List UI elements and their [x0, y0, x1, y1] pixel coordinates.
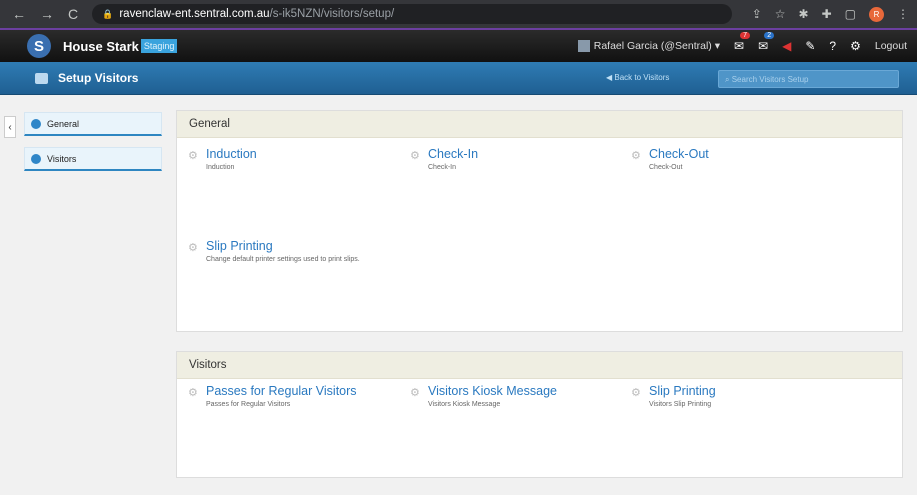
browser-toolbar: ← → C 🔒 ravenclaw-ent.sentral.com.au/s-i… [0, 0, 917, 28]
user-label: Rafael Garcia (@Sentral) [593, 39, 712, 52]
tile-title[interactable]: Induction [206, 147, 257, 161]
page-title: Setup Visitors [58, 71, 139, 85]
section-heading: Visitors [177, 352, 902, 379]
school-name[interactable]: House Stark [63, 39, 139, 54]
gear-icon[interactable]: ⚙ [850, 39, 861, 53]
gear-icon: ⚙ [631, 387, 641, 399]
gear-icon: ⚙ [188, 242, 198, 254]
tile-description: Check-Out [649, 164, 683, 171]
tile-title[interactable]: Check-Out [649, 147, 709, 161]
bookmark-star-icon[interactable]: ☆ [775, 7, 786, 21]
browser-nav: ← → C [0, 6, 78, 22]
visitors-section-panel: Visitors ⚙ Passes for Regular Visitors P… [176, 351, 903, 478]
back-to-visitors-link[interactable]: ◀ Back to Visitors [606, 73, 669, 82]
notifications-icon[interactable]: ✉ 2 [758, 32, 775, 53]
profile-avatar[interactable]: R [869, 6, 884, 22]
tile-description: Visitors Slip Printing [649, 401, 712, 408]
gear-icon: ⚙ [410, 150, 420, 162]
visitor-card-icon [35, 72, 48, 84]
tile-title[interactable]: Passes for Regular Visitors [206, 384, 357, 398]
sidepanel-icon[interactable]: ▢ [845, 7, 856, 21]
tile-description: Change default printer settings used to … [206, 256, 360, 263]
messages-icon[interactable]: ✉ 7 [734, 32, 751, 53]
url-host: ravenclaw-ent.sentral.com.au [119, 8, 270, 20]
gear-icon: ⚙ [631, 150, 641, 162]
section-icon [31, 153, 41, 164]
section-heading: General [177, 111, 902, 138]
lock-icon: 🔒 [102, 8, 114, 19]
reload-icon[interactable]: C [68, 6, 78, 22]
search-placeholder: Search Visitors Setup [731, 75, 809, 84]
tile-description: Passes for Regular Visitors [206, 401, 291, 408]
puzzle-extensions-icon[interactable]: ✚ [822, 7, 832, 21]
messages-count-badge: 7 [740, 32, 751, 39]
gear-icon: ⚙ [410, 387, 420, 399]
pencil-icon[interactable]: ✎ [805, 39, 815, 53]
share-icon[interactable]: ⇪ [752, 7, 762, 21]
sidebar-item-visitors[interactable]: Visitors [24, 147, 162, 171]
section-icon [31, 118, 41, 129]
page-title-bar: Setup Visitors ◀ Back to Visitors ⌕ Sear… [0, 62, 917, 95]
alert-speaker-icon[interactable]: ◀ [782, 39, 791, 53]
tile-title[interactable]: Slip Printing [649, 384, 716, 398]
url-path: /s-ik5NZN/visitors/setup/ [269, 8, 395, 20]
forward-arrow-icon[interactable]: → [40, 6, 54, 22]
tile-title[interactable]: Visitors Kiosk Message [428, 384, 557, 398]
gear-icon: ⚙ [188, 150, 198, 162]
tile-description: Visitors Kiosk Message [428, 401, 501, 408]
sentral-logo-icon[interactable]: S [27, 34, 51, 58]
tile-title[interactable]: Check-In [428, 147, 478, 161]
notifications-count-badge: 2 [764, 32, 775, 39]
general-section-panel: General ⚙ Induction Induction ⚙ Check-In… [176, 110, 903, 332]
back-label: Back to Visitors [614, 73, 670, 82]
tile-description: Check-In [428, 164, 457, 171]
header-actions: Rafael Garcia (@Sentral) ▾ ✉ 7 ✉ 2 ◀ ✎ ? ⚙… [577, 30, 907, 62]
sidebar-item-label: General [47, 118, 80, 129]
help-icon[interactable]: ? [829, 39, 836, 53]
logout-link[interactable]: Logout [875, 40, 907, 52]
sidebar-item-label: Visitors [47, 153, 77, 164]
environment-badge: Staging [140, 39, 178, 53]
app-header: S House Stark Staging Rafael Garcia (@Se… [0, 28, 917, 62]
setup-search-input[interactable]: ⌕ Search Visitors Setup [718, 70, 899, 88]
extension-icon[interactable]: ✱ [799, 7, 809, 21]
tile-title[interactable]: Slip Printing [206, 239, 273, 253]
sidebar-item-general[interactable]: General [24, 112, 162, 136]
browser-actions: ⇪ ☆ ✱ ✚ ▢ R ⋮ [752, 0, 909, 28]
user-avatar [577, 40, 590, 53]
browser-menu-icon[interactable]: ⋮ [897, 7, 909, 21]
gear-icon: ⚙ [188, 387, 198, 399]
user-menu[interactable]: Rafael Garcia (@Sentral) ▾ [577, 39, 720, 53]
back-arrow-icon[interactable]: ← [12, 6, 26, 22]
tile-description: Induction [206, 164, 235, 171]
address-bar[interactable]: 🔒 ravenclaw-ent.sentral.com.au/s-ik5NZN/… [92, 4, 733, 24]
sidebar-collapse-button[interactable]: ‹ [4, 116, 16, 138]
